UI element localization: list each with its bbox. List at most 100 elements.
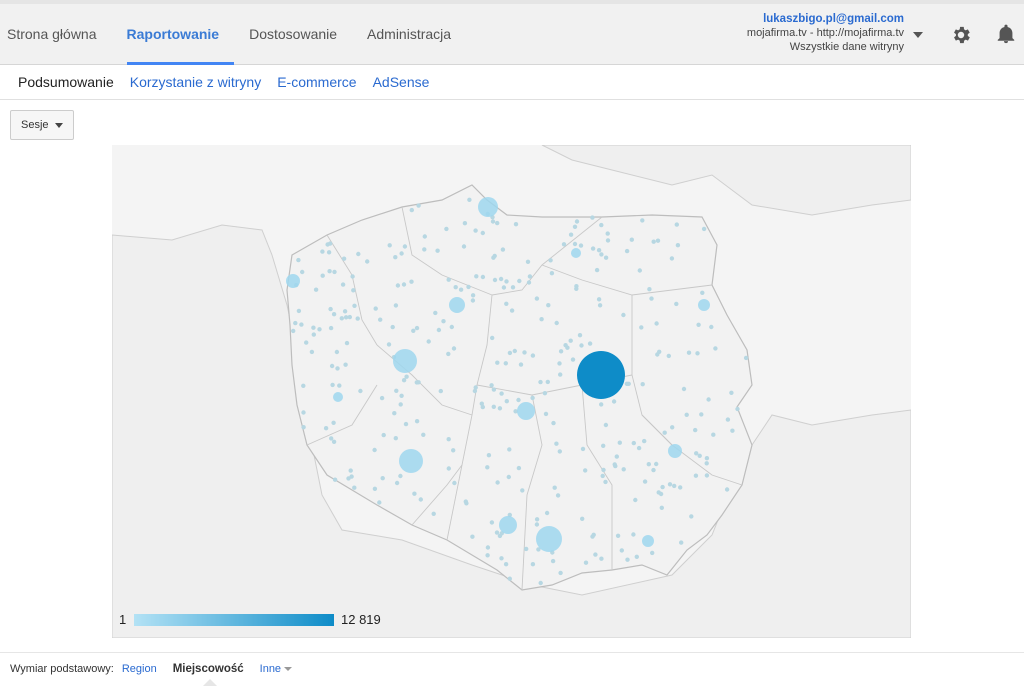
- town-dot: [485, 465, 490, 470]
- town-dot: [479, 401, 484, 406]
- dimension-other-dropdown[interactable]: Inne: [260, 663, 293, 675]
- town-dot: [320, 249, 325, 254]
- town-dot: [550, 558, 556, 564]
- town-dot: [327, 269, 332, 274]
- bell-icon[interactable]: [995, 23, 1017, 45]
- town-dot: [517, 278, 522, 284]
- tab-home[interactable]: Strona główna: [7, 4, 112, 65]
- gear-icon[interactable]: [950, 24, 972, 46]
- town-dot: [461, 244, 467, 249]
- town-dot: [621, 312, 626, 318]
- town-dot: [542, 391, 548, 396]
- town-dot: [497, 406, 503, 411]
- town-dot: [554, 320, 559, 326]
- subnav-ecommerce[interactable]: E-commerce: [277, 74, 356, 90]
- geo-map[interactable]: [112, 145, 911, 638]
- town-dot: [436, 327, 442, 333]
- town-dot: [309, 349, 315, 355]
- tab-admin[interactable]: Administracja: [367, 4, 466, 65]
- town-dot: [334, 349, 340, 355]
- city-bubble[interactable]: [333, 392, 343, 402]
- town-dot: [329, 363, 335, 369]
- metric-dropdown[interactable]: Sesje: [10, 110, 74, 140]
- town-dot: [577, 333, 583, 338]
- town-dot: [401, 378, 407, 383]
- sub-nav: Podsumowanie Korzystanie z witryny E-com…: [0, 65, 1024, 100]
- town-dot: [394, 388, 399, 393]
- city-bubble[interactable]: [393, 349, 417, 373]
- tab-reporting[interactable]: Raportowanie: [126, 4, 235, 65]
- town-dot: [490, 219, 496, 224]
- account-selector[interactable]: lukaszbigo.pl@gmail.com mojafirma.tv - h…: [747, 12, 904, 54]
- town-dot: [534, 522, 540, 527]
- town-dot: [724, 487, 730, 492]
- town-dot: [349, 474, 354, 479]
- town-dot: [299, 322, 304, 327]
- town-dot: [387, 243, 392, 248]
- city-bubble[interactable]: [571, 248, 581, 258]
- town-dot: [574, 219, 580, 224]
- town-dot: [335, 366, 340, 371]
- town-dot: [490, 335, 495, 341]
- town-dot: [563, 343, 568, 348]
- dimension-region-link[interactable]: Region: [122, 663, 157, 675]
- town-dot: [558, 349, 564, 354]
- city-bubble[interactable]: [668, 444, 682, 458]
- town-dot: [392, 411, 397, 416]
- town-dot: [495, 480, 500, 485]
- subnav-site-usage[interactable]: Korzystanie z witryny: [130, 74, 261, 90]
- city-bubble[interactable]: [478, 197, 498, 217]
- town-dot: [301, 410, 306, 415]
- town-dot: [530, 562, 536, 567]
- town-dot: [674, 222, 679, 227]
- city-bubble[interactable]: [517, 402, 535, 420]
- town-dot: [516, 465, 522, 471]
- town-dot: [614, 454, 619, 459]
- town-dot: [401, 282, 407, 287]
- primary-dimension-bar: Wymiar podstawowy: Region Miejscowość In…: [0, 652, 1024, 686]
- town-dot: [555, 493, 561, 498]
- town-dot: [686, 350, 692, 355]
- town-dot: [596, 297, 602, 302]
- town-dot: [393, 255, 398, 260]
- town-dot: [546, 303, 551, 308]
- town-dot: [356, 251, 361, 257]
- town-dot: [587, 341, 593, 346]
- subnav-adsense[interactable]: AdSense: [373, 74, 430, 90]
- city-bubble[interactable]: [449, 297, 465, 313]
- town-dot: [548, 258, 553, 263]
- city-bubble[interactable]: [286, 274, 300, 288]
- town-dot: [452, 480, 457, 486]
- city-bubble[interactable]: [642, 535, 654, 547]
- town-dot: [621, 467, 626, 472]
- town-dot: [666, 353, 671, 359]
- town-dot: [399, 251, 404, 256]
- town-dot: [599, 252, 604, 257]
- town-dot: [350, 274, 355, 279]
- town-dot: [446, 437, 451, 442]
- chevron-down-icon[interactable]: [913, 32, 923, 38]
- top-header: Strona główna Raportowanie Dostosowanie …: [0, 0, 1024, 65]
- town-dot: [377, 500, 382, 505]
- town-dot: [574, 286, 579, 291]
- town-dot: [730, 428, 735, 433]
- town-dot: [433, 310, 438, 316]
- city-bubble[interactable]: [536, 526, 562, 552]
- town-dot: [601, 443, 606, 448]
- town-dot: [480, 274, 486, 280]
- city-bubble[interactable]: [399, 449, 423, 473]
- subnav-summary[interactable]: Podsumowanie: [18, 74, 114, 90]
- town-dot: [735, 406, 740, 412]
- town-dot: [411, 328, 416, 333]
- legend-max: 12 819: [341, 612, 381, 627]
- city-bubble[interactable]: [499, 516, 517, 534]
- city-bubble-max[interactable]: [577, 351, 625, 399]
- town-dot: [449, 324, 454, 330]
- town-dot: [372, 486, 378, 491]
- town-dot: [339, 316, 344, 321]
- city-bubble[interactable]: [698, 299, 710, 311]
- tab-customization[interactable]: Dostosowanie: [249, 4, 352, 65]
- town-dot: [631, 440, 636, 446]
- town-dot: [473, 385, 478, 390]
- town-dot: [486, 453, 492, 458]
